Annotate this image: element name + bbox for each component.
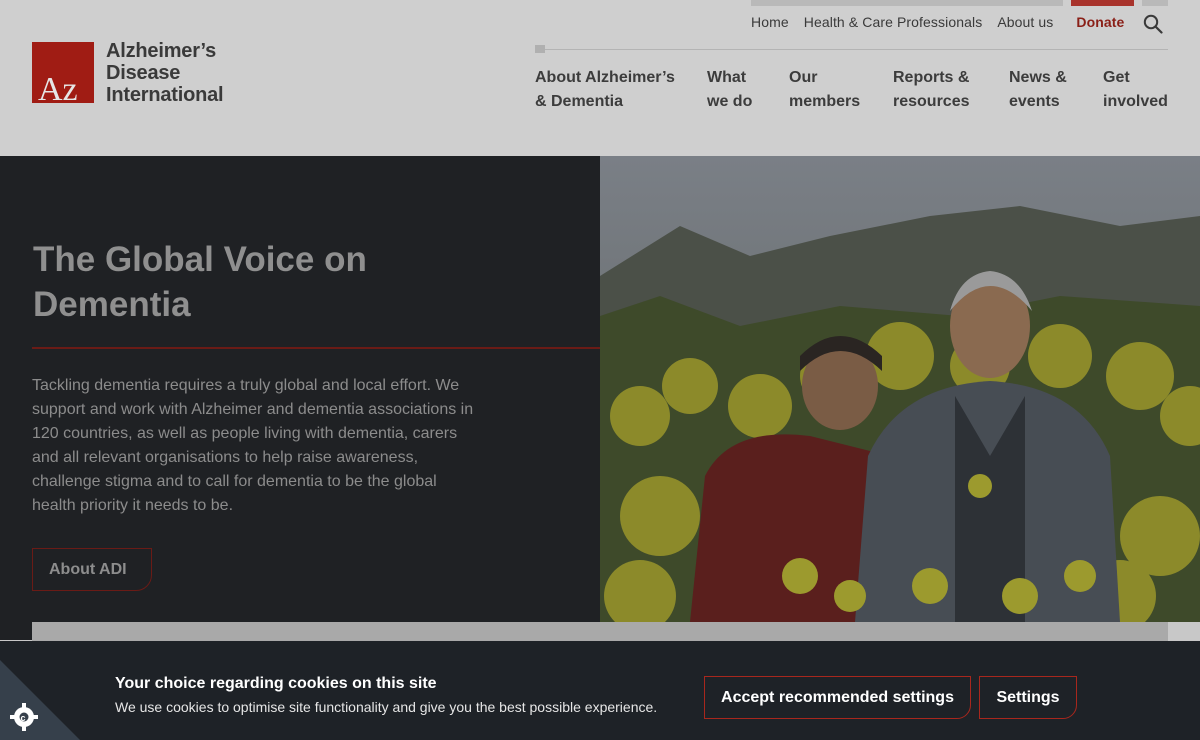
svg-text:c: c [21,713,26,723]
cookie-overlay [0,0,1200,740]
cookie-settings-icon[interactable]: c [0,660,80,740]
cookie-title: Your choice regarding cookies on this si… [115,675,437,692]
cookie-description: We use cookies to optimise site function… [115,699,658,715]
cookie-settings-button[interactable]: Settings [979,676,1077,719]
accept-recommended-button[interactable]: Accept recommended settings [704,676,971,719]
